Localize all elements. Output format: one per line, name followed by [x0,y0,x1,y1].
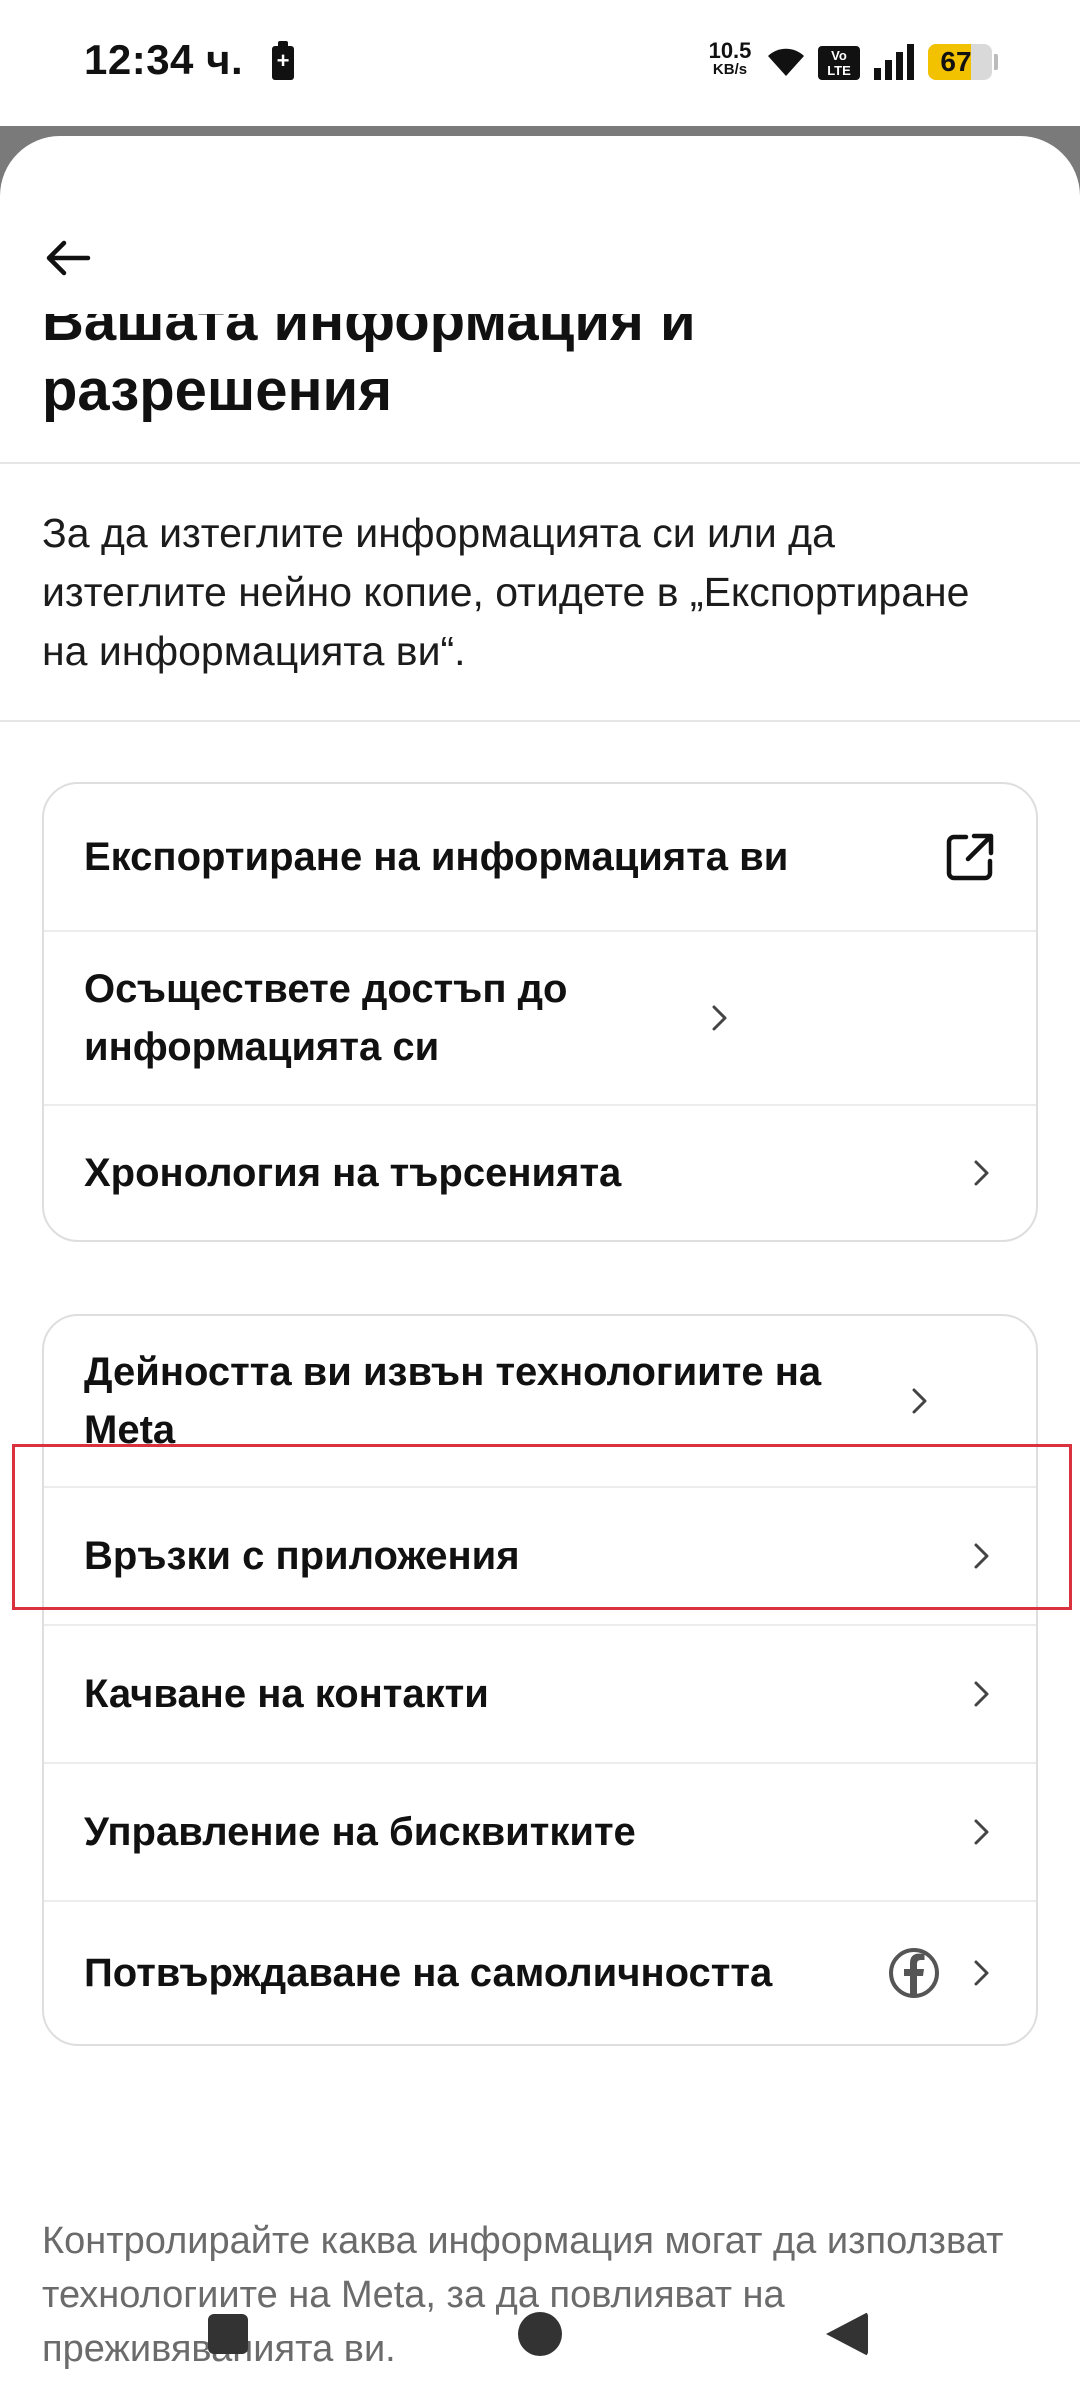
export-info-item[interactable]: Експортиране на информацията ви [44,784,1036,930]
list-item-label: Потвърждаване на самоличността [84,1951,773,1995]
arrow-left-icon [46,240,91,276]
system-nav-bar [0,2300,1080,2392]
page-title: Вашата информация и разрешения [42,314,696,423]
network-speed-value: 10.5 [708,38,752,63]
identity-confirmation-item[interactable]: Потвърждаване на самоличността [44,1900,1036,2044]
cookies-management-item[interactable]: Управление на бисквитките [44,1762,1036,1900]
home-button[interactable] [518,2312,562,2356]
system-back-button[interactable] [826,2312,868,2356]
battery-icon: 67 [928,44,992,80]
search-history-item[interactable]: Хронология на търсенията [44,1104,1036,1240]
chevron-right-icon [974,1681,989,1707]
description-text: За да изтеглите информацията си или да и… [42,510,970,674]
wifi-icon [768,48,804,76]
list-item-label: Хронология на търсенията [84,1151,622,1195]
battery-tip [994,54,998,70]
volte-icon: Vo LTE [818,46,860,80]
divider [0,462,1080,464]
permissions-card: Дейността ви извън технологиите на Meta … [42,1314,1038,2046]
list-item-label: Връзки с приложения [84,1534,520,1578]
list-item-label: Управление на бисквитките [84,1810,636,1854]
battery-saver-icon [272,41,294,80]
chevron-right-icon [974,1543,989,1569]
network-speed: 10.5 KB/s [700,40,760,78]
facebook-icon [889,1948,939,1998]
page-title-container: Вашата информация и разрешения [42,314,1042,426]
info-card: Експортиране на информацията ви Осъществ… [42,782,1038,1242]
contacts-upload-item[interactable]: Качване на контакти [44,1624,1036,1762]
access-info-item[interactable]: Осъществете достъп до информацията си [44,930,1036,1104]
settings-sheet: Вашата информация и разрешения За да изт… [0,136,1080,2392]
off-meta-activity-item[interactable]: Дейността ви извън технологиите на Meta [44,1316,1036,1486]
chevron-right-icon [974,1160,989,1186]
back-button[interactable] [36,226,100,290]
list-item-label: Дейността ви извън технологиите на Meta [84,1350,822,1452]
list-item-label: Експортиране на информацията ви [84,835,789,879]
network-speed-unit: KB/s [712,61,748,78]
list-item-label: Качване на контакти [84,1672,489,1716]
external-link-icon [946,833,994,881]
chevron-right-icon [974,1960,989,1986]
chevron-right-icon [974,1819,989,1845]
app-connections-item[interactable]: Връзки с приложения [44,1486,1036,1624]
list-item-label: Осъществете достъп до информацията си [84,967,568,1069]
battery-level: 67 [940,46,972,77]
divider [0,720,1080,722]
status-bar: 12:34 ч. 10.5 KB/s VoLTE 67 [0,0,1080,126]
signal-icon [874,44,914,80]
status-time: 12:34 ч. [84,36,244,83]
recents-button[interactable] [208,2314,248,2354]
chevron-right-icon [912,1388,927,1414]
chevron-right-icon [712,1005,727,1031]
